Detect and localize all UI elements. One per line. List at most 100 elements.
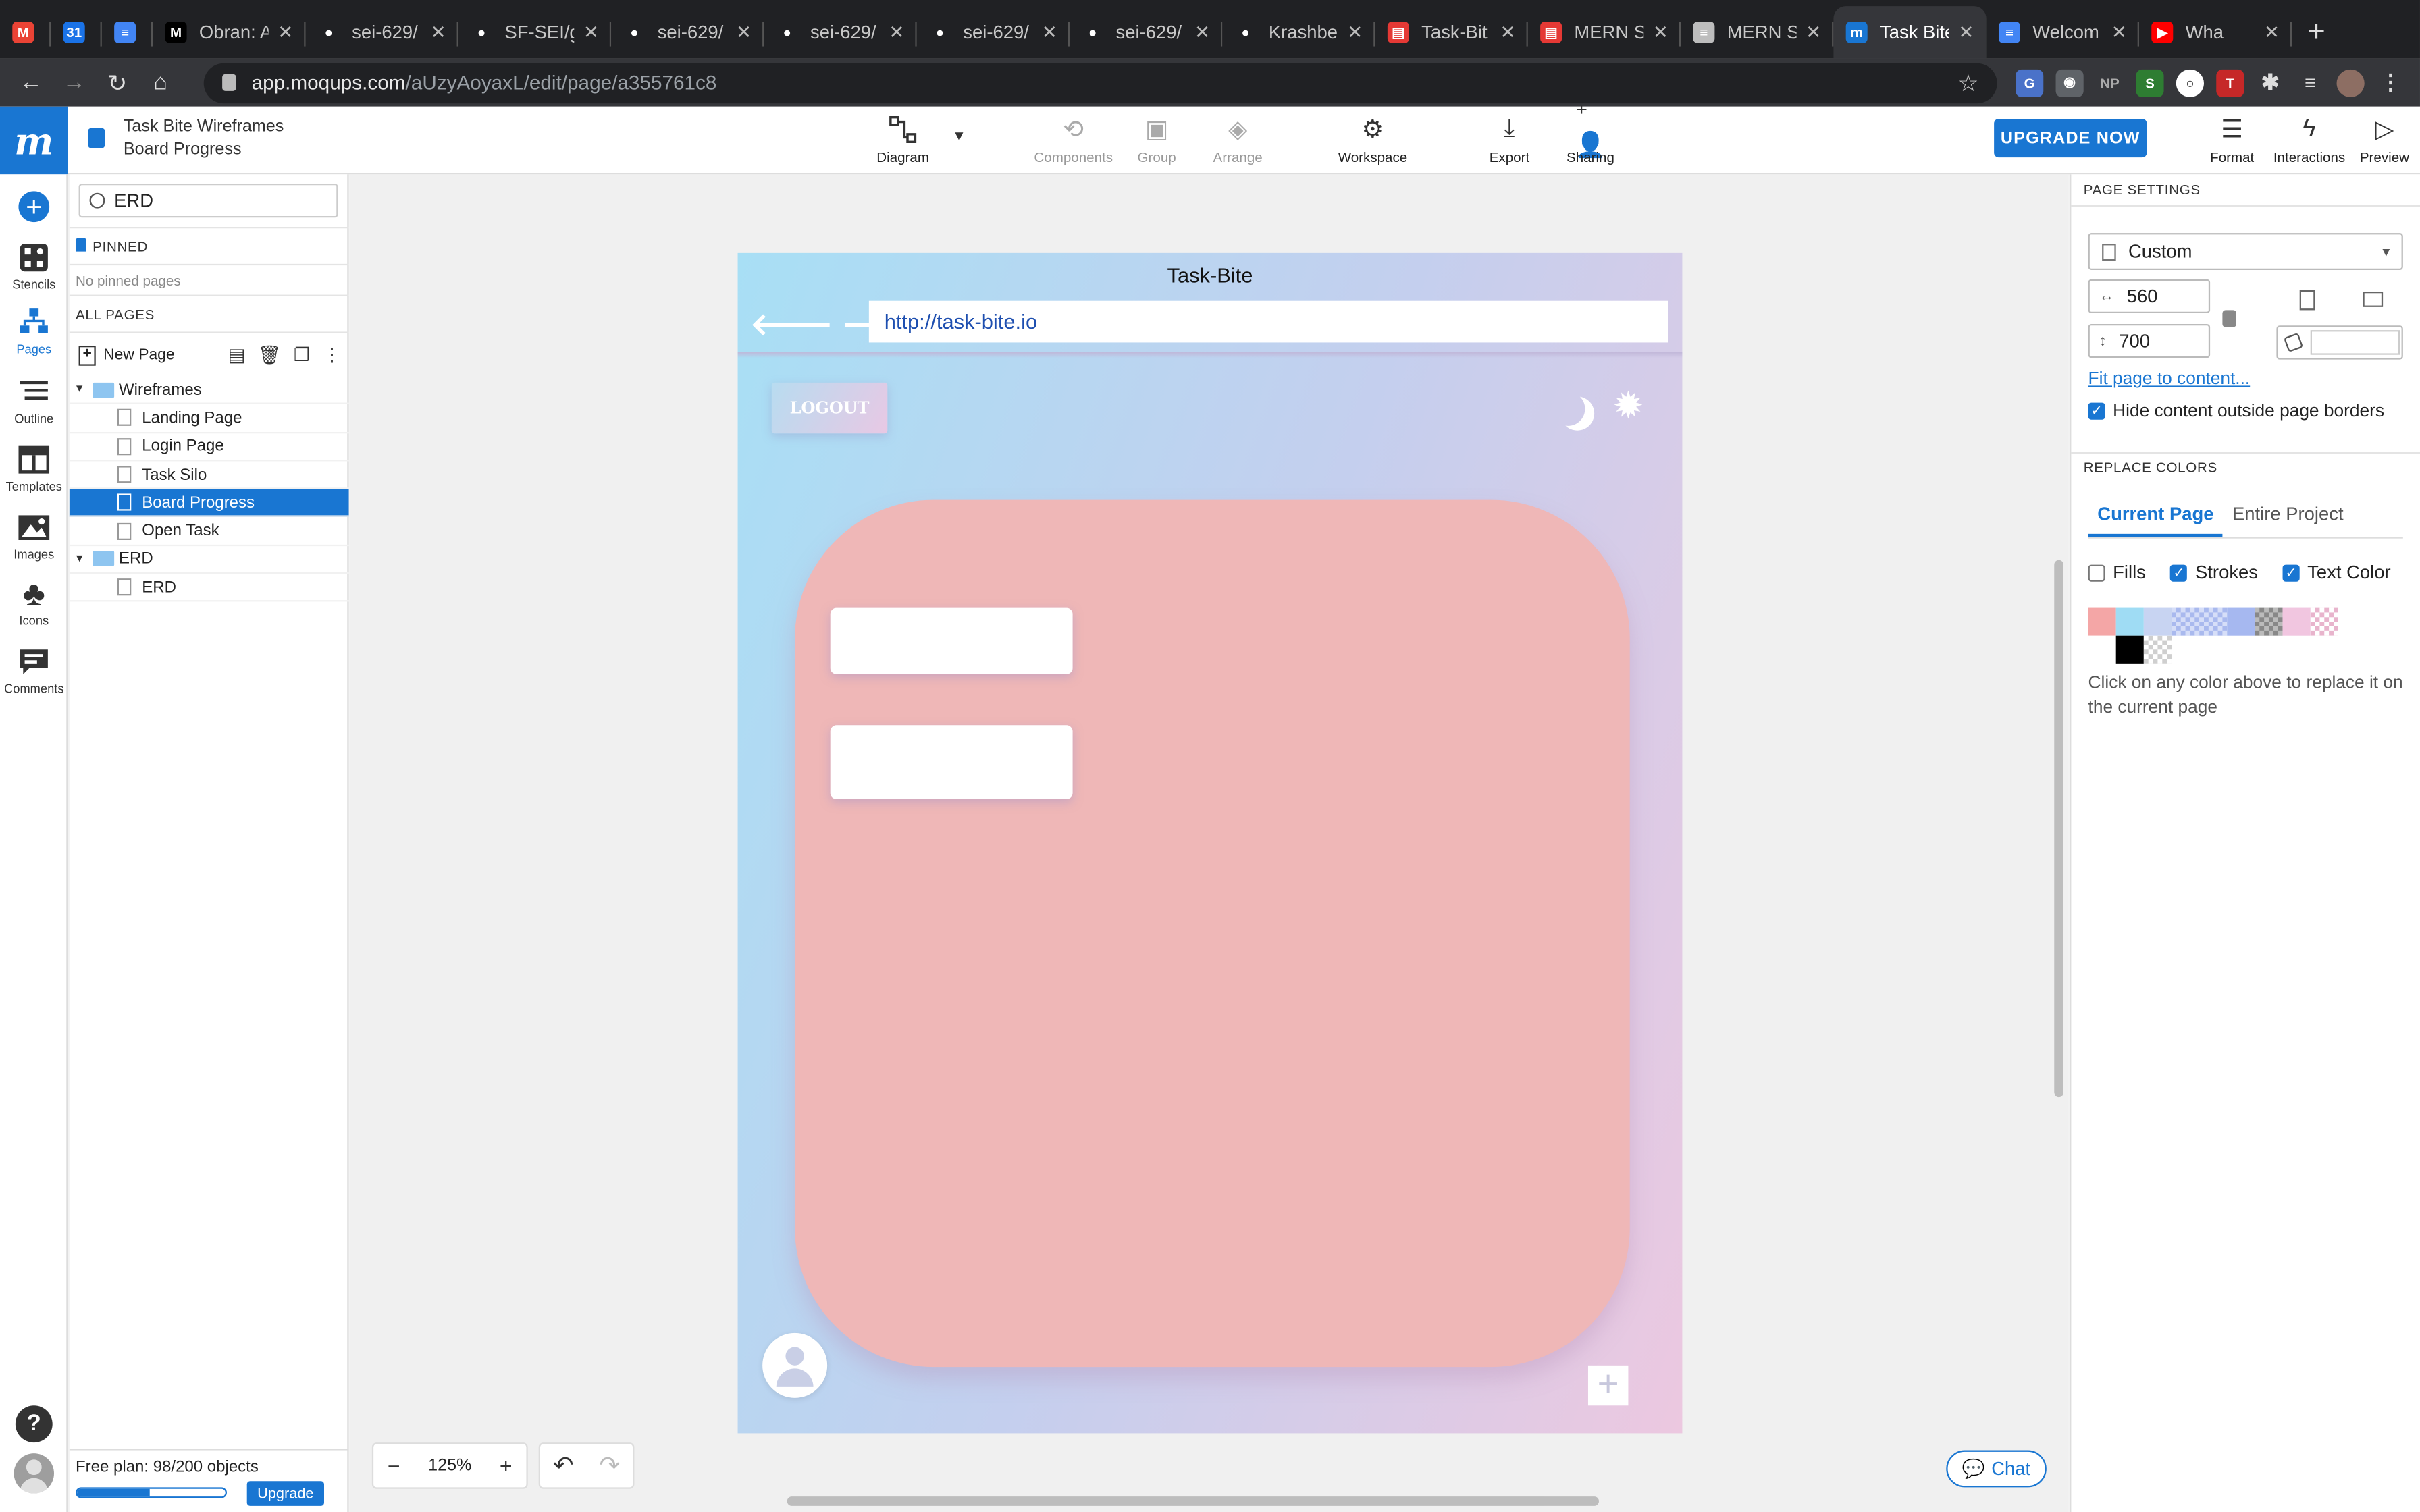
color-swatch[interactable]	[2255, 608, 2283, 636]
bookmark-star-icon[interactable]: ☆	[1958, 69, 1979, 97]
tab-current-page[interactable]: Current Page	[2088, 495, 2224, 537]
wireframe-board-card[interactable]	[795, 500, 1630, 1368]
hide-content-checkbox[interactable]: ✓	[2088, 403, 2105, 421]
diagram-dropdown-icon[interactable]: ▼	[952, 128, 966, 144]
page-search-input[interactable]: ERD	[78, 183, 338, 218]
browser-tab[interactable]: ▤ Task-Bit ✕	[1375, 6, 1528, 59]
redo-icon[interactable]: ↷	[600, 1451, 621, 1482]
new-tab-button[interactable]: +	[2292, 6, 2340, 59]
np-extension-icon[interactable]: NP	[2096, 69, 2124, 97]
text-color-checkbox[interactable]: ✓	[2282, 565, 2300, 583]
home-icon[interactable]: ⌂	[139, 70, 182, 96]
wireframe-back-arrow-icon[interactable]: 🡐	[750, 306, 833, 344]
page-folder[interactable]: ▼ ERD	[69, 546, 349, 574]
help-icon[interactable]: ?	[15, 1405, 53, 1443]
browser-tab[interactable]: M	[0, 6, 51, 59]
close-tab-icon[interactable]: ✕	[1347, 22, 1363, 43]
diagram-button[interactable]: Diagram	[876, 114, 929, 165]
add-button[interactable]: +	[0, 191, 68, 223]
t-extension-icon[interactable]: T	[2216, 68, 2244, 97]
zoom-in-button[interactable]: +	[500, 1453, 512, 1478]
browser-tab[interactable]: ▤ MERN St ✕	[1528, 6, 1681, 59]
color-swatch[interactable]	[2199, 608, 2228, 636]
page-item[interactable]: Login Page	[69, 433, 349, 462]
browser-tab[interactable]: M Obran: A ✕	[153, 6, 306, 59]
rail-item-images[interactable]: Images	[0, 512, 68, 562]
color-swatch[interactable]	[2310, 608, 2338, 636]
canvas[interactable]: Task-Bite 🡐 🡒 ⟳ http://task-bite.io LOGO…	[350, 174, 2068, 1512]
horizontal-scrollbar[interactable]	[787, 1496, 1599, 1506]
close-tab-icon[interactable]: ✕	[1653, 22, 1668, 43]
page-item[interactable]: Task Silo	[69, 461, 349, 489]
arrange-button[interactable]: ◈ Arrange	[1213, 114, 1263, 165]
moqups-logo[interactable]: m	[0, 106, 68, 175]
close-tab-icon[interactable]: ✕	[2111, 22, 2127, 43]
format-button[interactable]: ☰ Format	[2210, 114, 2254, 165]
portrait-button[interactable]	[2276, 282, 2338, 316]
rail-item-pages[interactable]: Pages	[0, 307, 68, 356]
color-swatch[interactable]	[2171, 608, 2200, 636]
page-item[interactable]: Board Progress	[69, 489, 349, 518]
forward-icon[interactable]: →	[53, 70, 96, 96]
browser-tab[interactable]: ≡	[102, 6, 153, 59]
wireframe-field-1[interactable]	[830, 608, 1073, 674]
fit-page-link[interactable]: Fit page to content...	[2088, 371, 2251, 389]
browser-tab[interactable]: ● sei-629/ ✕	[764, 6, 917, 59]
puzzle-extension-icon[interactable]: ✱	[2257, 69, 2284, 97]
color-swatch[interactable]	[2282, 608, 2311, 636]
user-avatar[interactable]	[14, 1453, 54, 1494]
browser-tab[interactable]: ● SF-SEI/g ✕	[458, 6, 612, 59]
landscape-button[interactable]	[2341, 282, 2402, 316]
page-width-field[interactable]: ↔ 560	[2088, 279, 2211, 313]
hide-content-checkbox-row[interactable]: ✓ Hide content outside page borders	[2088, 403, 2384, 421]
browser-tab[interactable]: ● Krashbe ✕	[1222, 6, 1375, 59]
color-swatch[interactable]	[2227, 608, 2255, 636]
page-height-field[interactable]: ↕ 700	[2088, 323, 2211, 358]
page-item[interactable]: Open Task	[69, 518, 349, 546]
close-tab-icon[interactable]: ✕	[2264, 22, 2280, 43]
fills-checkbox[interactable]	[2088, 565, 2105, 583]
group-button[interactable]: ▣ Group	[1138, 114, 1176, 165]
new-page-button[interactable]: New Page	[103, 346, 174, 363]
lightbulb-extension-icon[interactable]: ◉	[2055, 68, 2084, 97]
aspect-lock-icon[interactable]	[2222, 310, 2236, 327]
sharing-button[interactable]: ⁺👤 Sharing	[1567, 102, 1614, 165]
menu-kebab-icon[interactable]: ⋮	[2377, 69, 2404, 97]
color-swatch[interactable]	[2338, 608, 2366, 636]
caret-down-icon[interactable]: ▼	[74, 384, 90, 395]
circle-extension-icon[interactable]: ○	[2176, 68, 2204, 97]
trash-icon[interactable]: 🗑	[258, 344, 282, 366]
zoom-level[interactable]: 125%	[428, 1457, 471, 1475]
upgrade-button[interactable]: Upgrade	[246, 1481, 324, 1506]
reload-icon[interactable]: ↻	[96, 69, 139, 97]
close-tab-icon[interactable]: ✕	[1194, 22, 1210, 43]
new-folder-icon[interactable]: ▤	[228, 344, 245, 366]
browser-tab[interactable]: ▶ Wha ✕	[2139, 6, 2292, 59]
media-extension-icon[interactable]: ≡	[2296, 69, 2324, 97]
browser-tab[interactable]: ≡ Welcom ✕	[1987, 6, 2139, 59]
wireframe-url-bar[interactable]: http://task-bite.io	[868, 300, 1668, 343]
wireframe-logout-button[interactable]: LOGOUT	[771, 382, 888, 434]
moon-icon[interactable]	[1551, 392, 1585, 426]
export-button[interactable]: ⤓ Export	[1490, 114, 1529, 165]
strokes-checkbox[interactable]: ✓	[2170, 565, 2188, 583]
workspace-button[interactable]: ⚙ Workspace	[1338, 114, 1408, 165]
rail-item-icons[interactable]: ♣ Icons	[0, 574, 68, 628]
page-folder[interactable]: ▼ Wireframes	[69, 377, 349, 405]
close-tab-icon[interactable]: ✕	[583, 22, 599, 43]
wireframe-page[interactable]: Task-Bite 🡐 🡒 ⟳ http://task-bite.io LOGO…	[737, 252, 1683, 1434]
wireframe-field-2[interactable]	[830, 725, 1073, 799]
wireframe-avatar[interactable]	[762, 1332, 828, 1398]
preview-button[interactable]: ▷ Preview	[2360, 114, 2409, 165]
duplicate-icon[interactable]: ❐	[294, 344, 311, 366]
page-item[interactable]: ERD	[69, 574, 349, 603]
browser-tab[interactable]: ≡ MERN St ✕	[1681, 6, 1834, 59]
project-name[interactable]: Task Bite Wireframes	[124, 117, 284, 136]
text-color-option[interactable]: ✓ Text Color	[2282, 562, 2391, 583]
translate-extension-icon[interactable]: G	[2016, 68, 2044, 97]
strokes-option[interactable]: ✓ Strokes	[2170, 562, 2258, 583]
rail-item-stencils[interactable]: Stencils	[0, 242, 68, 292]
color-swatch[interactable]	[2115, 608, 2144, 636]
page-fill-color[interactable]	[2276, 325, 2403, 360]
rail-item-templates[interactable]: Templates	[0, 444, 68, 493]
